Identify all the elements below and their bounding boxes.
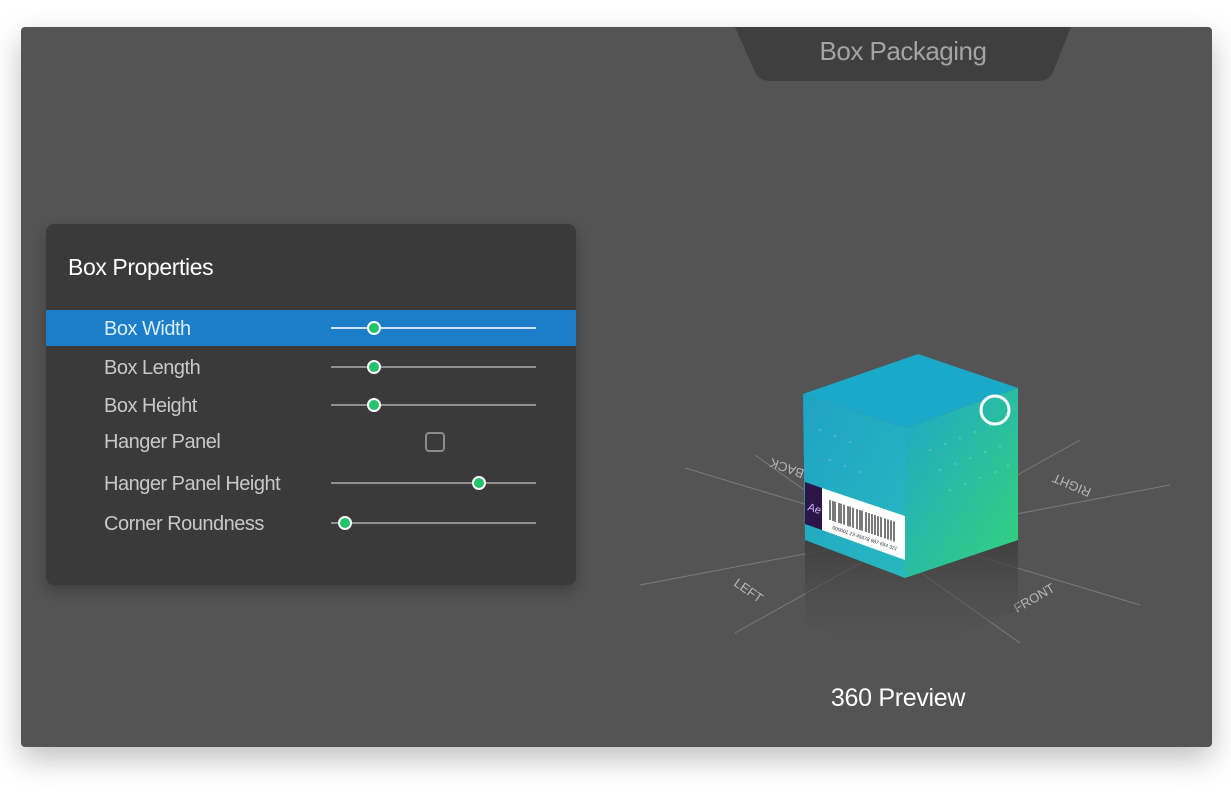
hanger-panel-height-slider[interactable] xyxy=(331,475,536,491)
hanger-panel-checkbox[interactable] xyxy=(425,432,445,452)
panel-title: Box Properties xyxy=(68,254,214,280)
slider-thumb[interactable] xyxy=(367,321,382,335)
box-properties-panel: Box Properties Box Width Box Length Box … xyxy=(46,224,576,585)
preview-label: 360 Preview xyxy=(830,684,966,712)
slider-track xyxy=(331,366,536,368)
corner-roundness-slider[interactable] xyxy=(331,515,536,531)
slider-track xyxy=(331,522,536,524)
property-label: Corner Roundness xyxy=(104,513,264,535)
property-label: Box Length xyxy=(104,357,201,379)
property-row-hanger-panel[interactable]: Hanger Panel xyxy=(46,423,576,459)
app-title: Box Packaging xyxy=(819,36,987,66)
slider-track xyxy=(331,327,536,329)
slider-track xyxy=(331,482,536,484)
property-label: Box Height xyxy=(104,395,197,417)
box-3d-preview[interactable]: BACK RIGHT LEFT FRONT Ae 000001 23 45678… xyxy=(620,330,1180,670)
property-row-box-width[interactable]: Box Width xyxy=(46,310,576,346)
box-length-slider[interactable] xyxy=(331,359,536,375)
property-row-hanger-panel-height[interactable]: Hanger Panel Height xyxy=(46,465,576,501)
slider-track xyxy=(331,404,536,406)
slider-thumb[interactable] xyxy=(367,398,382,412)
property-label: Box Width xyxy=(104,318,191,340)
box-width-slider[interactable] xyxy=(331,320,536,336)
property-label: Hanger Panel Height xyxy=(104,473,281,495)
property-row-box-length[interactable]: Box Length xyxy=(46,349,576,385)
slider-thumb[interactable] xyxy=(471,476,486,490)
axis-label-right: RIGHT xyxy=(1050,470,1093,500)
property-label: Hanger Panel xyxy=(104,431,221,453)
slider-thumb[interactable] xyxy=(367,360,382,374)
property-row-box-height[interactable]: Box Height xyxy=(46,387,576,423)
axis-label-left: LEFT xyxy=(731,575,766,606)
slider-thumb[interactable] xyxy=(338,516,353,530)
box-height-slider[interactable] xyxy=(331,397,536,413)
property-row-corner-roundness[interactable]: Corner Roundness xyxy=(46,505,576,541)
